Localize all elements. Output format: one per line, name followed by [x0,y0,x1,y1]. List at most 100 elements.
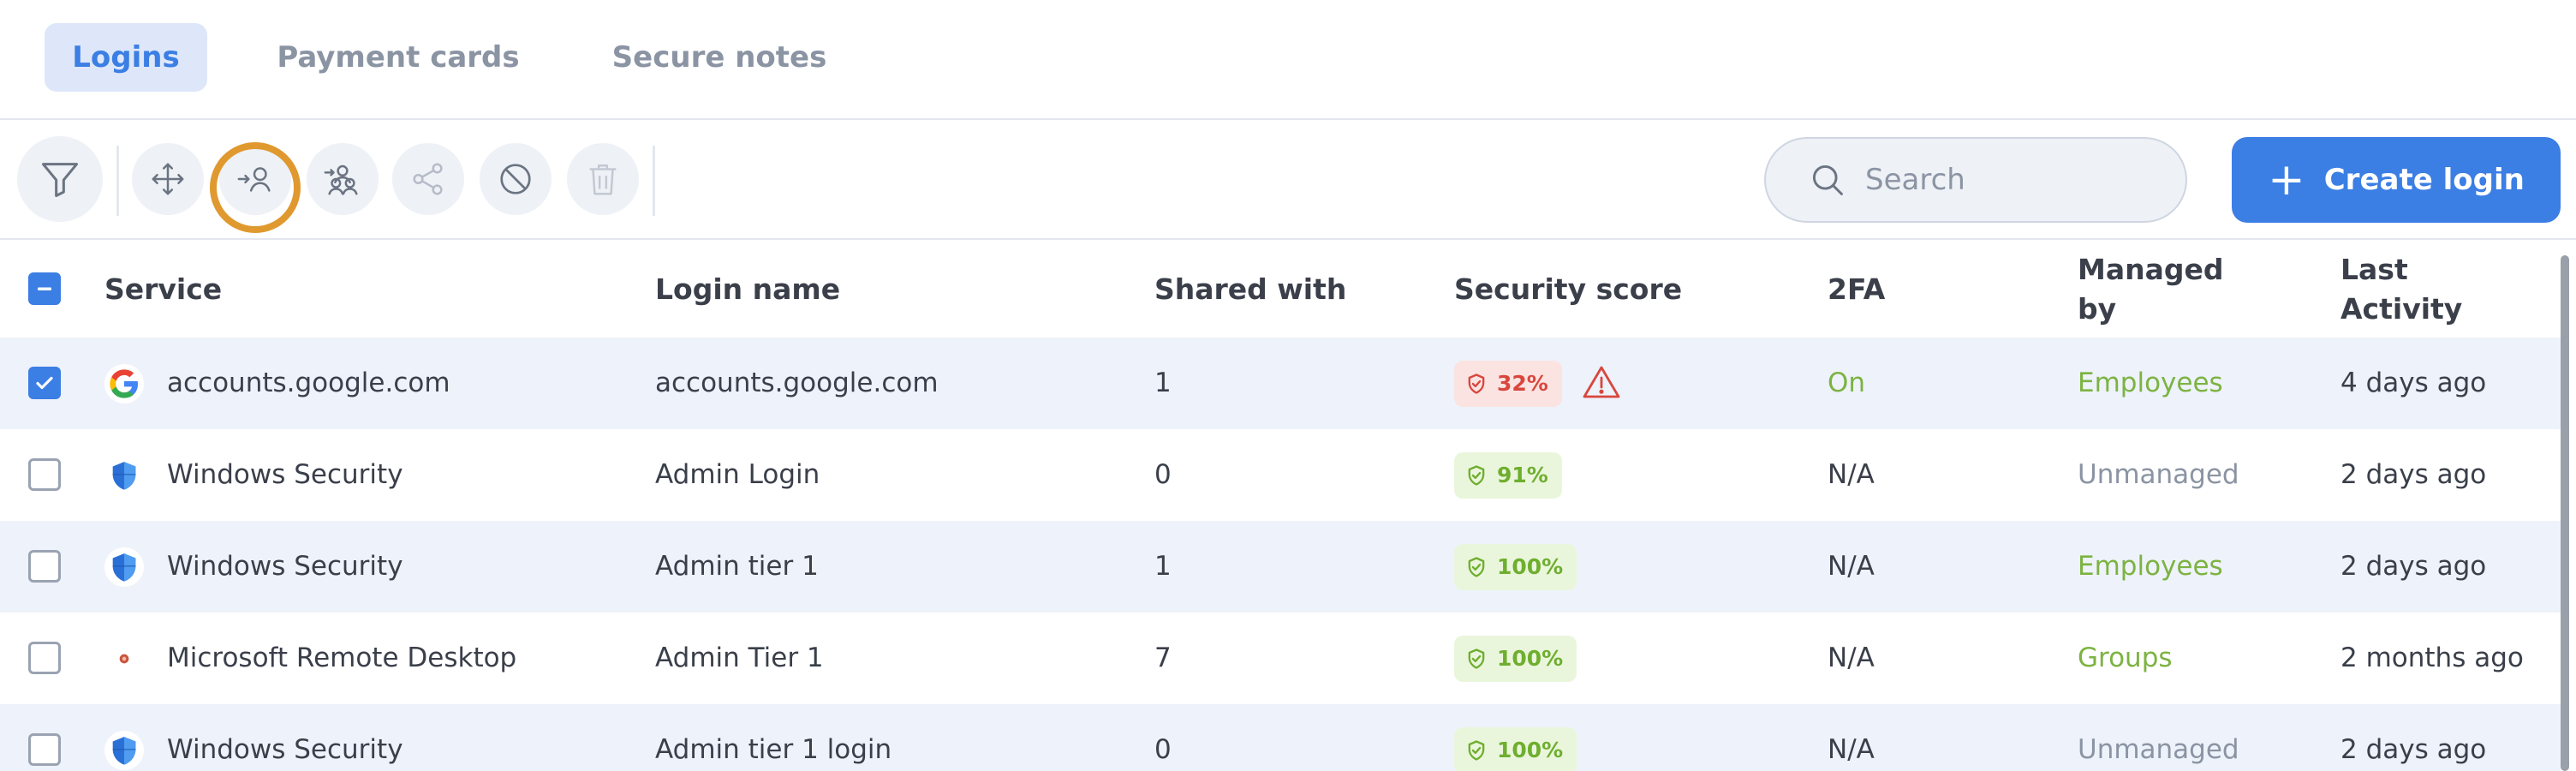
login-name-cell: Admin tier 1 login [655,734,892,765]
row-checkbox[interactable] [28,458,61,491]
table-row[interactable]: Windows Security Admin Login 0 91% N/A U… [0,429,2561,521]
google-icon [104,364,144,403]
search-box[interactable] [1764,137,2187,223]
indeterminate-icon [38,287,51,290]
managed-by-cell: Groups [2078,642,2173,673]
security-score-badge: 100% [1454,727,1577,771]
row-checkbox[interactable] [28,367,61,399]
assign-group-icon [324,164,358,195]
table-row[interactable]: Windows Security Admin tier 1 1 100% N/A… [0,521,2561,613]
tab-payment-cards[interactable]: Payment cards [257,23,540,92]
security-score-value: 91% [1497,463,1548,487]
2fa-cell: On [1828,368,1866,398]
login-name-cell: accounts.google.com [655,368,939,398]
shield-check-icon [1468,557,1485,577]
delete-button[interactable] [567,143,639,215]
service-name[interactable]: Microsoft Remote Desktop [167,613,516,704]
service-name[interactable]: Windows Security [167,704,403,771]
managed-by-cell: Employees [2078,551,2223,582]
login-name-cell: Admin Tier 1 [655,642,824,673]
shared-with-cell: 7 [1154,642,1172,673]
windows-security-icon [104,456,144,495]
last-activity-cell: 4 days ago [2340,368,2487,398]
service-name[interactable]: Windows Security [167,521,403,613]
filter-button[interactable] [17,136,103,222]
logins-table: Service Login name Shared with Security … [0,242,2561,771]
header-last-activity[interactable]: Last Activity [2340,250,2512,329]
create-login-button[interactable]: + Create login [2232,137,2561,223]
managed-by-cell: Unmanaged [2078,734,2239,765]
security-score-value: 100% [1497,554,1564,579]
security-score-badge: 91% [1454,452,1562,499]
row-checkbox[interactable] [28,550,61,583]
2fa-cell: N/A [1828,734,1875,765]
table-row[interactable]: Windows Security Admin tier 1 login 0 10… [0,704,2561,771]
shared-with-cell: 0 [1154,734,1172,765]
last-activity-cell: 2 days ago [2340,459,2487,490]
header-managed-by[interactable]: Managed by [2078,250,2224,329]
block-icon [500,164,531,194]
2fa-cell: N/A [1828,459,1875,490]
assign-to-group-button[interactable] [307,143,379,215]
login-name-cell: Admin Login [655,459,820,490]
shared-with-cell: 1 [1154,551,1172,582]
toolbar-separator [653,146,655,216]
warning-icon[interactable] [1581,362,1622,403]
2fa-cell: N/A [1828,551,1875,582]
toolbar: + Create login [0,120,2576,240]
tab-logins[interactable]: Logins [45,23,207,92]
block-button[interactable] [480,143,552,215]
share-button[interactable] [392,143,464,215]
toolbar-separator [116,146,119,216]
shield-check-icon [1468,465,1485,486]
search-input[interactable] [1865,163,2174,197]
check-icon [36,376,53,390]
2fa-cell: N/A [1828,642,1875,673]
assign-user-icon [237,167,271,192]
security-score-badge: 100% [1454,544,1577,590]
last-activity-cell: 2 days ago [2340,551,2487,582]
last-activity-cell: 2 days ago [2340,734,2487,765]
table-header: Service Login name Shared with Security … [0,242,2561,338]
shield-check-icon [1468,374,1485,394]
login-name-cell: Admin tier 1 [655,551,819,582]
windows-security-icon [104,731,144,770]
security-score-badge: 32% [1454,361,1562,407]
header-security-score[interactable]: Security score [1454,270,1682,309]
security-score-value: 32% [1497,371,1548,396]
managed-by-cell: Employees [2078,368,2223,398]
search-icon [1812,164,1843,195]
table-row[interactable]: Microsoft Remote Desktop Admin Tier 1 7 … [0,613,2561,704]
row-checkbox[interactable] [28,642,61,674]
managed-by-cell: Unmanaged [2078,459,2239,490]
plus-icon: + [2268,154,2305,206]
remote-desktop-icon [104,639,144,678]
security-score-badge: 100% [1454,636,1577,682]
windows-security-icon [104,547,144,587]
header-service[interactable]: Service [104,270,222,309]
last-activity-cell: 2 months ago [2340,642,2524,673]
select-all-checkbox[interactable] [28,272,61,305]
header-shared-with[interactable]: Shared with [1154,270,1346,309]
service-name[interactable]: Windows Security [167,429,403,521]
filter-icon [41,163,79,198]
table-scrollbar[interactable] [2561,255,2569,771]
trash-icon [589,164,617,195]
header-login-name[interactable]: Login name [655,270,840,309]
create-login-label: Create login [2323,163,2525,197]
move-button[interactable] [132,143,204,215]
service-name[interactable]: accounts.google.com [167,338,450,429]
assign-to-user-button[interactable] [219,143,291,215]
shared-with-cell: 0 [1154,459,1172,490]
security-score-value: 100% [1497,738,1564,762]
header-2fa[interactable]: 2FA [1828,270,1885,309]
shared-with-cell: 1 [1154,368,1172,398]
row-checkbox[interactable] [28,733,61,766]
tab-bar: Logins Payment cards Secure notes [0,0,2576,120]
table-row[interactable]: accounts.google.com accounts.google.com … [0,338,2561,429]
share-icon [413,163,443,195]
move-icon [152,163,184,195]
security-score-value: 100% [1497,646,1564,671]
shield-check-icon [1468,648,1485,669]
tab-secure-notes[interactable]: Secure notes [591,23,848,92]
